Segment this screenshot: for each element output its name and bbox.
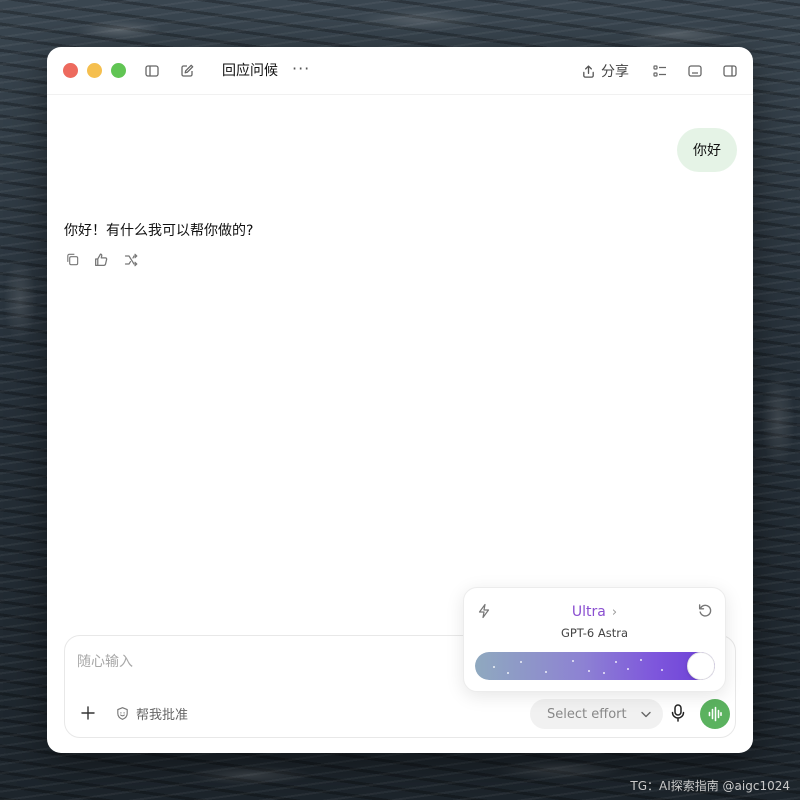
copy-icon[interactable] (64, 251, 81, 268)
title-bar: 回应问候 ··· 分享 (47, 47, 753, 95)
sparkle (603, 672, 605, 674)
effort-select[interactable]: Select effort (530, 699, 663, 729)
voice-wave-icon (708, 706, 722, 722)
sparkle (493, 666, 495, 668)
user-message-bubble: 你好 (677, 128, 737, 172)
minimize-window-button[interactable] (87, 63, 102, 78)
sparkle (572, 660, 574, 662)
voice-mode-button[interactable] (700, 699, 730, 729)
sparkle (661, 669, 663, 671)
sparkle (520, 661, 522, 663)
watermark-text: TG：AI探索指南 @aigc1024 (630, 779, 790, 793)
effort-level-label: Ultra (571, 604, 606, 620)
plus-icon[interactable] (79, 704, 97, 722)
message-actions (64, 251, 139, 268)
sparkle (507, 672, 509, 674)
thumbs-icon[interactable] (93, 251, 110, 268)
sparkle (588, 670, 590, 672)
conversation-title: 回应问候 (222, 63, 278, 79)
share-label: 分享 (601, 64, 629, 80)
bottom-panel-icon[interactable] (685, 61, 705, 81)
sparkle (627, 668, 629, 670)
maximize-window-button[interactable] (111, 63, 126, 78)
close-window-button[interactable] (63, 63, 78, 78)
message-input[interactable] (77, 650, 457, 674)
slider-thumb[interactable] (687, 652, 715, 680)
microphone-icon[interactable] (668, 702, 688, 724)
branch-icon[interactable] (122, 251, 139, 268)
model-name: GPT-6 Astra (560, 626, 629, 640)
chevron-down-icon (641, 711, 651, 718)
right-panel-icon[interactable] (720, 61, 740, 81)
effort-level-button[interactable]: Ultra › (464, 602, 725, 623)
slider-fill (475, 652, 715, 680)
chevron-right-icon: › (611, 605, 618, 620)
compose-icon[interactable] (177, 61, 197, 81)
sparkle (545, 671, 547, 673)
reset-icon[interactable] (697, 602, 714, 619)
effort-select-label: Select effort (547, 706, 627, 722)
sidebar-toggle-icon[interactable] (142, 61, 162, 81)
shield-icon (117, 706, 128, 720)
app-window: 回应问候 ··· 分享 你好 你好！有什么我可以帮你做的? 随心输入 帮我批准 … (47, 47, 753, 753)
sparkle (615, 661, 617, 663)
sparkle (640, 659, 642, 661)
effort-slider[interactable] (475, 652, 715, 680)
assistant-message-text: 你好！有什么我可以帮你做的? (64, 223, 254, 239)
auto-approve-button[interactable]: 帮我批准 (115, 704, 189, 723)
user-message-text: 你好 (693, 143, 721, 159)
share-button[interactable]: 分享 (581, 60, 629, 82)
effort-popover: Ultra › GPT-6 Astra (463, 587, 726, 692)
checklist-icon[interactable] (650, 61, 670, 81)
more-options-button[interactable]: ··· (292, 59, 310, 78)
upload-icon (583, 64, 594, 78)
auto-approve-label: 帮我批准 (136, 707, 189, 723)
